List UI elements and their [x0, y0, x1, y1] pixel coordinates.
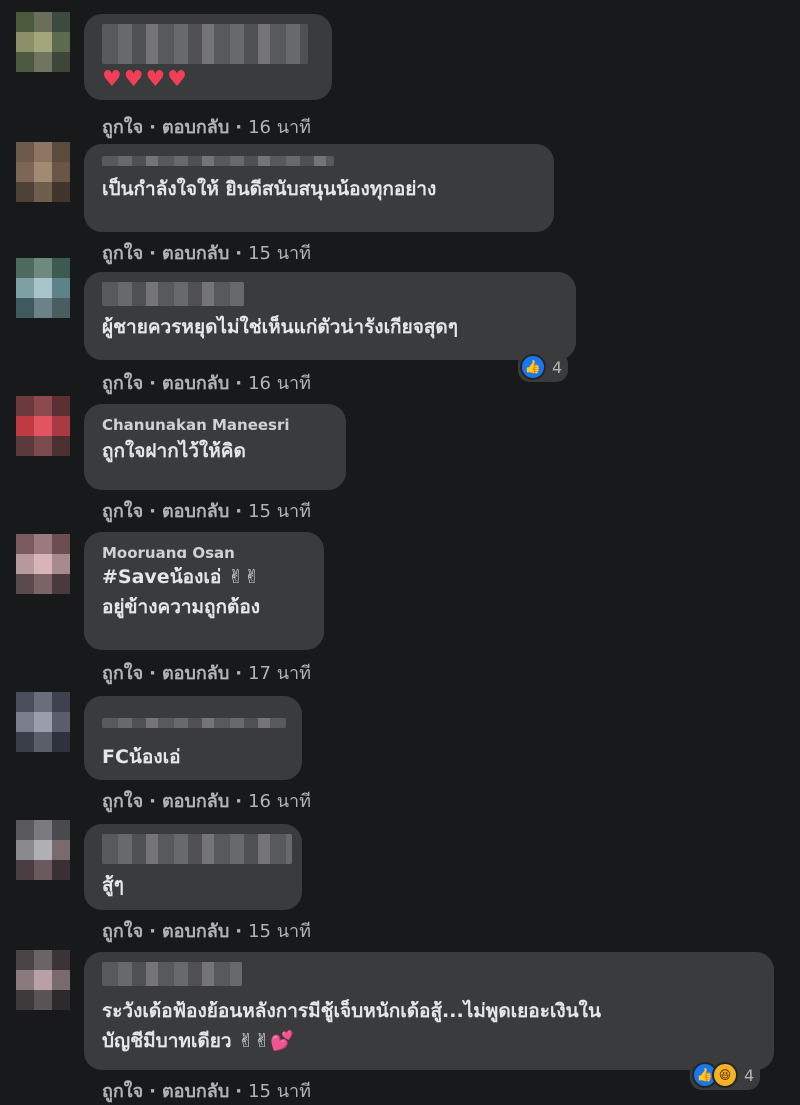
- timestamp[interactable]: 15 นาที: [248, 501, 311, 522]
- comment-actions: ถูกใจ · ตอบกลับ · 15 นาที: [102, 1081, 312, 1102]
- commenter-name[interactable]: Mooruang Osan: [102, 546, 306, 558]
- reply-button[interactable]: ตอบกลับ: [162, 501, 229, 522]
- reply-button[interactable]: ตอบกลับ: [162, 791, 229, 812]
- avatar[interactable]: [16, 12, 70, 72]
- comment-text: #Saveน้องเอ่ ✌✌: [102, 566, 260, 588]
- reply-button[interactable]: ตอบกลับ: [162, 373, 229, 394]
- commenter-name[interactable]: [102, 24, 308, 64]
- comment-text-line-2: บัญชีมีบาทเดียว ✌✌💕: [102, 1030, 294, 1052]
- comment-actions: ถูกใจ · ตอบกลับ · 15 นาที: [102, 921, 312, 942]
- comment-text: เป็นกำลังใจให้ ยินดีสนับสนุนน้องทุกอย่าง: [102, 178, 437, 200]
- reaction-count: 4: [744, 1065, 755, 1085]
- timestamp[interactable]: 15 นาที: [248, 243, 311, 264]
- like-button[interactable]: ถูกใจ: [102, 921, 143, 942]
- reply-button[interactable]: ตอบกลับ: [162, 921, 229, 942]
- comment-bubble: เป็นกำลังใจให้ ยินดีสนับสนุนน้องทุกอย่าง: [84, 144, 554, 232]
- reply-button[interactable]: ตอบกลับ: [162, 243, 229, 264]
- comment-bubble: ♥♥♥♥: [84, 14, 332, 100]
- reaction-summary[interactable]: 👍 😆 4: [690, 1060, 761, 1090]
- comment-text: สู้ๆ: [102, 874, 124, 896]
- comment-bubble: ระวังเด้อฟ้องย้อนหลังการมีชู้เจ็บหนักเด้…: [84, 952, 774, 1070]
- commenter-name[interactable]: [102, 156, 334, 166]
- commenter-name[interactable]: [102, 834, 292, 864]
- timestamp[interactable]: 16 นาที: [248, 117, 311, 138]
- like-button[interactable]: ถูกใจ: [102, 501, 143, 522]
- avatar[interactable]: [16, 950, 70, 1010]
- like-button[interactable]: ถูกใจ: [102, 243, 143, 264]
- like-button[interactable]: ถูกใจ: [102, 117, 143, 138]
- comment-text: ♥♥♥♥: [102, 67, 189, 92]
- avatar[interactable]: [16, 396, 70, 456]
- reaction-summary[interactable]: 👍 4: [518, 352, 569, 382]
- comment-bubble: FCน้องเอ่: [84, 696, 302, 780]
- like-button[interactable]: ถูกใจ: [102, 663, 143, 684]
- comment-actions: ถูกใจ · ตอบกลับ · 15 นาที: [102, 243, 312, 264]
- timestamp[interactable]: 16 นาที: [248, 373, 311, 394]
- like-icon: 👍: [520, 354, 546, 380]
- commenter-name[interactable]: [102, 962, 242, 986]
- comment-text: ผู้ชายควรหยุดไม่ใช่เห็นแก่ตัวน่ารังเกียจ…: [102, 316, 458, 338]
- timestamp[interactable]: 16 นาที: [248, 791, 311, 812]
- comment-text: FCน้องเอ่: [102, 746, 181, 768]
- avatar[interactable]: [16, 820, 70, 880]
- reaction-count: 4: [552, 357, 563, 377]
- avatar[interactable]: [16, 534, 70, 594]
- avatar[interactable]: [16, 258, 70, 318]
- comment-bubble: Mooruang Osan #Saveน้องเอ่ ✌✌ อยู่ข้างคว…: [84, 532, 324, 650]
- commenter-name[interactable]: [102, 282, 244, 306]
- haha-icon: 😆: [712, 1062, 738, 1088]
- comment-actions: ถูกใจ · ตอบกลับ · 16 นาที: [102, 117, 312, 138]
- like-button[interactable]: ถูกใจ: [102, 373, 143, 394]
- comment-text: ถูกใจฝากไว้ให้คิด: [102, 440, 246, 462]
- comment-bubble: Chanunakan Maneesri ถูกใจฝากไว้ให้คิด: [84, 404, 346, 490]
- comment-bubble: ผู้ชายควรหยุดไม่ใช่เห็นแก่ตัวน่ารังเกียจ…: [84, 272, 576, 360]
- comment-bubble: สู้ๆ: [84, 824, 302, 910]
- reply-button[interactable]: ตอบกลับ: [162, 663, 229, 684]
- comment-actions: ถูกใจ · ตอบกลับ · 16 นาที: [102, 373, 312, 394]
- comment-actions: ถูกใจ · ตอบกลับ · 16 นาที: [102, 791, 312, 812]
- comment-text-line-2: อยู่ข้างความถูกต้อง: [102, 596, 261, 618]
- commenter-name[interactable]: [102, 718, 286, 728]
- commenter-name[interactable]: Chanunakan Maneesri: [102, 418, 328, 430]
- avatar[interactable]: [16, 142, 70, 202]
- like-button[interactable]: ถูกใจ: [102, 791, 143, 812]
- comment-text: ระวังเด้อฟ้องย้อนหลังการมีชู้เจ็บหนักเด้…: [102, 1000, 601, 1022]
- reply-button[interactable]: ตอบกลับ: [162, 117, 229, 138]
- timestamp[interactable]: 17 นาที: [248, 663, 311, 684]
- timestamp[interactable]: 15 นาที: [248, 921, 311, 942]
- avatar[interactable]: [16, 692, 70, 752]
- comment-actions: ถูกใจ · ตอบกลับ · 17 นาที: [102, 663, 312, 684]
- comment-actions: ถูกใจ · ตอบกลับ · 15 นาที: [102, 501, 312, 522]
